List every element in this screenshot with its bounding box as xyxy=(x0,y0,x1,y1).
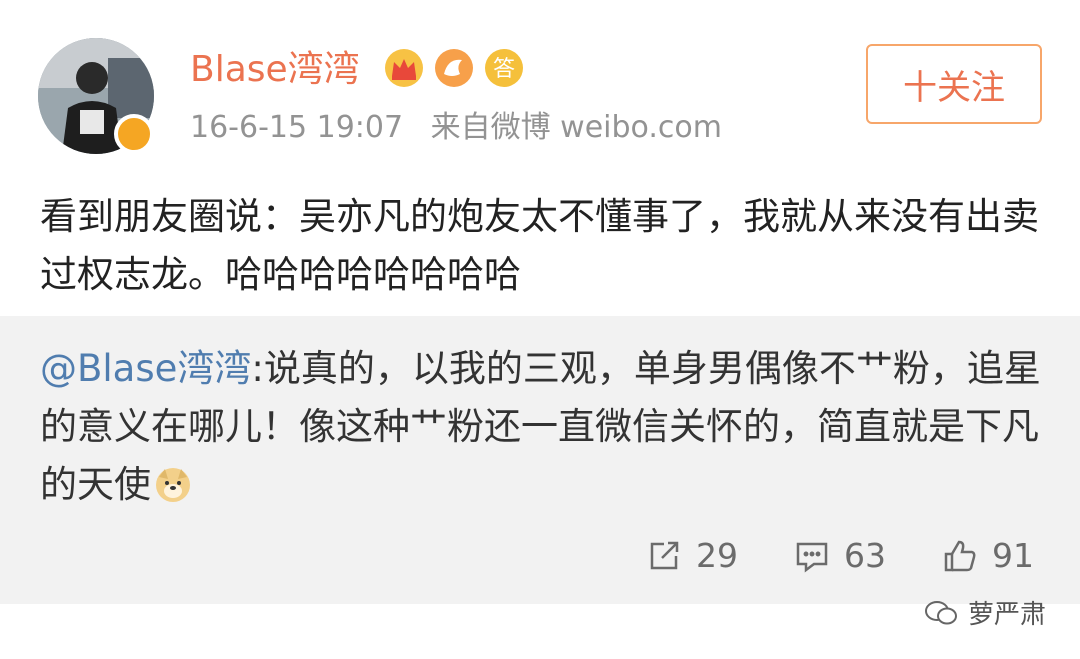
post-timestamp: 16-6-15 19:07 xyxy=(190,110,404,145)
post-meta: 16-6-15 19:07 来自微博 weibo.com xyxy=(190,108,740,148)
comment-icon xyxy=(796,542,828,572)
like-count: 91 xyxy=(992,536,1034,575)
share-icon xyxy=(650,541,679,569)
crown-badge-icon[interactable] xyxy=(384,48,424,88)
share-count: 29 xyxy=(696,536,738,575)
repost-mention[interactable]: @Blase湾湾 xyxy=(40,347,251,390)
comment-action[interactable]: 63 xyxy=(794,536,886,575)
post-text: 看到朋友圈说：吴亦凡的炮友太不懂事了，我就从来没有出卖过权志龙。哈哈哈哈哈哈哈哈 xyxy=(40,195,1039,296)
comment-count: 63 xyxy=(844,536,886,575)
action-bar: 29 63 91 xyxy=(646,536,1034,575)
user-badges: 答 xyxy=(384,46,524,90)
follow-button[interactable]: 十关注 xyxy=(866,44,1042,124)
answer-badge-icon[interactable]: 答 xyxy=(484,48,524,88)
thumbs-up-icon xyxy=(944,540,976,571)
answer-badge-text: 答 xyxy=(493,57,515,82)
doge-emoji-icon xyxy=(156,468,190,502)
watermark: 萝严肃 xyxy=(924,594,1046,631)
wechat-icon xyxy=(925,600,957,624)
like-action[interactable]: 91 xyxy=(942,536,1034,575)
repost-content: @Blase湾湾:说真的，以我的三观，单身男偶像不艹粉，追星的意义在哪儿！像这种… xyxy=(40,340,1050,514)
share-action[interactable]: 29 xyxy=(646,536,738,575)
fan-badge-icon[interactable] xyxy=(434,48,474,88)
verified-icon xyxy=(114,114,154,154)
username[interactable]: Blase湾湾 xyxy=(190,48,360,92)
post-source[interactable]: 来自微博 weibo.com xyxy=(431,110,722,145)
repost-card[interactable]: @Blase湾湾:说真的，以我的三观，单身男偶像不艹粉，追星的意义在哪儿！像这种… xyxy=(0,316,1080,604)
watermark-text: 萝严肃 xyxy=(968,600,1047,630)
